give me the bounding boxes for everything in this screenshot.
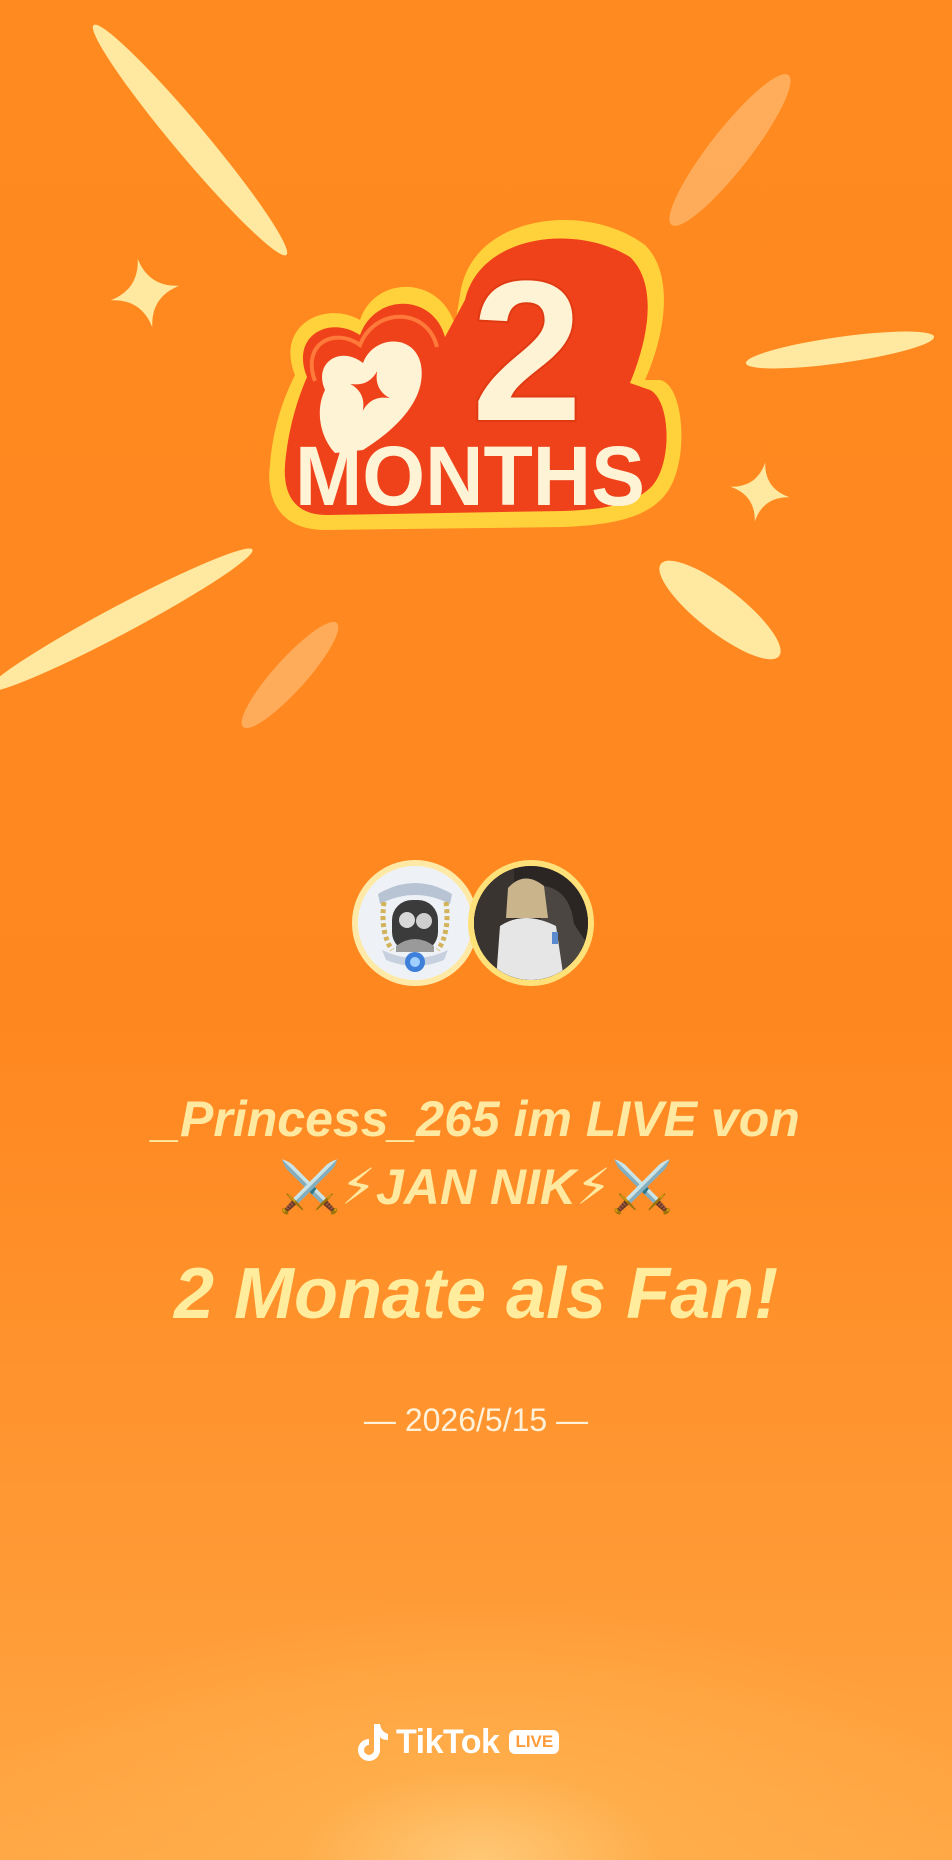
sparkle-icon [730, 462, 790, 522]
avatar-pair [352, 860, 602, 990]
brand-name: TikTok [396, 1722, 500, 1761]
ray-left-lower [0, 548, 253, 692]
ray-right [745, 331, 935, 369]
host-name[interactable]: JAN NIK [376, 1159, 576, 1215]
milestone-date: — 2026/5/15 — [363, 1402, 589, 1438]
sparkle-icon [110, 258, 180, 328]
ray-bottom-left [241, 621, 339, 729]
tiktok-live-brand: TikTok LIVE [356, 1717, 560, 1767]
swords-lightning-emoji-suffix: ⚡⚔️ [576, 1159, 674, 1215]
avatar-host[interactable] [468, 860, 594, 986]
fan-message-host-line: ⚔️⚡JAN NIK⚡⚔️ [0, 1158, 952, 1217]
badge-word: MONTHS [295, 429, 645, 523]
two-months-badge: 2 MONTHS [269, 219, 682, 530]
swords-lightning-emoji-prefix: ⚔️⚡ [278, 1159, 376, 1215]
fan-milestone-headline: 2 Monate als Fan! [173, 1254, 779, 1334]
tiktok-note-icon [358, 1724, 388, 1761]
avatar-fan[interactable] [352, 860, 478, 986]
fan-message-line1: _Princess_265 im LIVE von [152, 1091, 800, 1147]
live-tag: LIVE [509, 1730, 560, 1754]
